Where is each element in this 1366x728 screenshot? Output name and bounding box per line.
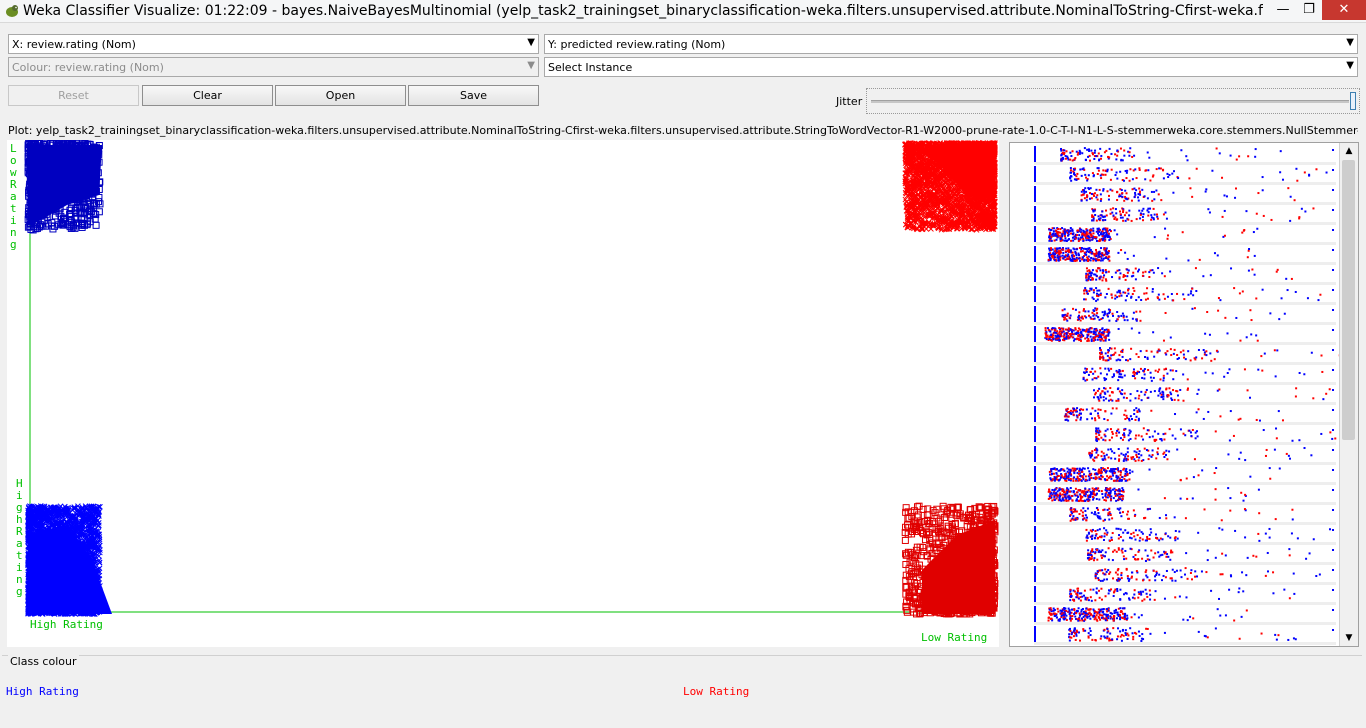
open-button[interactable]: Open xyxy=(275,85,406,106)
reset-button[interactable]: Reset xyxy=(8,85,139,106)
title-bar: Weka Classifier Visualize: 01:22:09 - ba… xyxy=(0,0,1366,23)
y-axis-select[interactable]: Y: predicted review.rating (Nom) ▼ xyxy=(544,34,1358,54)
data-point xyxy=(92,221,100,229)
cluster-high-rating-vs-high-rating[interactable] xyxy=(25,503,112,617)
jitter-slider-thumb[interactable] xyxy=(1350,92,1356,110)
jitter-slider[interactable] xyxy=(866,88,1360,114)
cluster-low-rating-vs-high-rating[interactable] xyxy=(901,502,999,618)
cluster-low-rating-vs-low-rating[interactable] xyxy=(902,140,998,233)
clear-button[interactable]: Clear xyxy=(142,85,273,106)
close-button[interactable]: ✕ xyxy=(1322,0,1366,20)
save-button[interactable]: Save xyxy=(408,85,539,106)
colour-select[interactable]: Colour: review.rating (Nom) ▼ xyxy=(8,57,539,77)
chevron-down-icon: ▼ xyxy=(527,60,535,71)
window-title: Weka Classifier Visualize: 01:22:09 - ba… xyxy=(23,3,1263,19)
select-instance-label: Select Instance xyxy=(548,61,633,74)
minimize-button[interactable]: — xyxy=(1270,0,1296,20)
scatter-plot-canvas[interactable] xyxy=(7,140,999,647)
maximize-button[interactable]: ❐ xyxy=(1296,0,1322,20)
select-instance-select[interactable]: Select Instance ▼ xyxy=(544,57,1358,77)
x-axis-select[interactable]: X: review.rating (Nom) ▼ xyxy=(8,34,539,54)
chevron-down-icon: ▼ xyxy=(527,37,535,48)
data-point xyxy=(901,536,909,544)
colour-select-label: Colour: review.rating (Nom) xyxy=(12,61,164,74)
x-axis-select-label: X: review.rating (Nom) xyxy=(12,38,136,51)
jitter-label: Jitter xyxy=(836,95,863,108)
jitter-slider-track xyxy=(871,100,1349,103)
chevron-down-icon: ▼ xyxy=(1346,60,1354,71)
y-axis-select-label: Y: predicted review.rating (Nom) xyxy=(548,38,726,51)
weka-bird-icon xyxy=(6,5,18,17)
chevron-down-icon: ▼ xyxy=(1346,37,1354,48)
plot-title: Plot: yelp_task2_trainingset_binaryclass… xyxy=(8,124,1358,137)
scatter-plot[interactable]: Low Rating High Rating High Rating Low R… xyxy=(7,140,999,647)
cluster-high-rating-vs-low-rating[interactable] xyxy=(24,140,104,234)
